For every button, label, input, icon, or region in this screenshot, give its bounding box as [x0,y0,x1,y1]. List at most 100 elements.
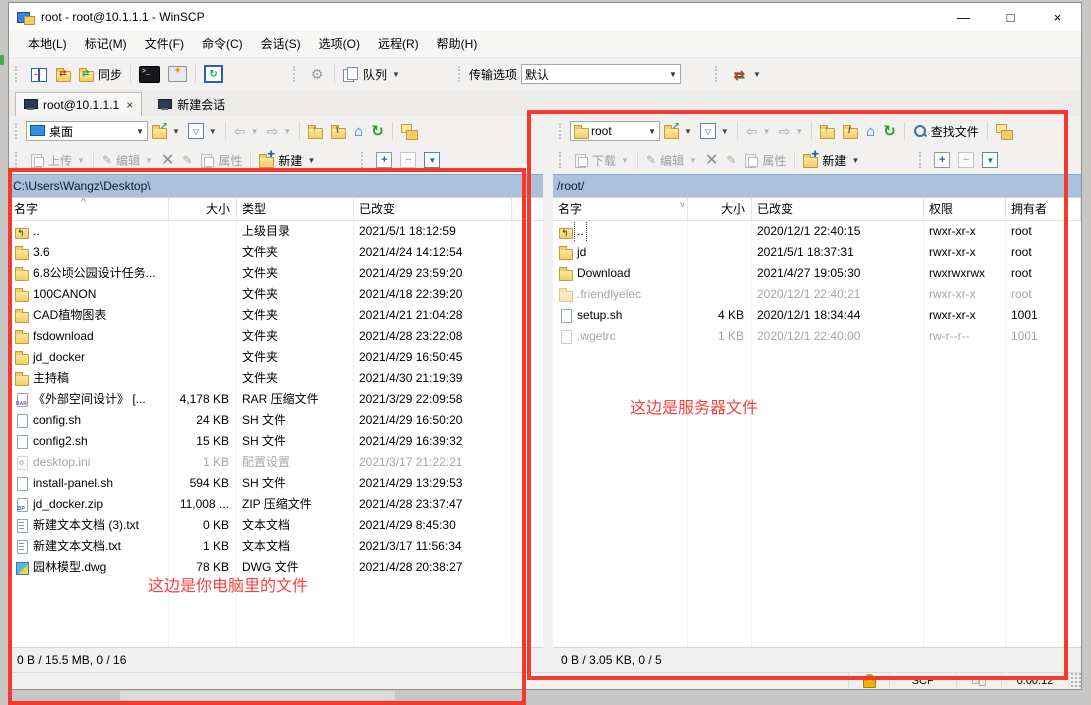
table-row[interactable]: 主持稿文件夹2021/4/30 21:19:39 [9,368,543,389]
chevron-down-icon[interactable]: ▼ [763,127,771,136]
chevron-down-icon[interactable]: ▼ [689,156,697,165]
find-files-button[interactable]: 查找文件 [909,121,983,142]
sync-browsing-button[interactable] [397,122,422,141]
select-filter-button[interactable]: ▼ [978,150,1002,170]
properties-button[interactable]: 属性 [740,150,790,171]
menu-options[interactable]: 选项(O) [310,32,369,56]
synchronize-button[interactable]: ⇄同步 [75,64,126,85]
minimize-button[interactable]: — [940,3,987,31]
chevron-down-icon[interactable]: ▼ [851,156,859,165]
column-header-name[interactable]: 名字 [553,198,688,220]
edit-button[interactable]: ✎编辑▼ [642,150,701,171]
new-session-button[interactable]: ↔ [26,64,52,85]
chevron-down-icon[interactable]: ▼ [753,70,761,79]
table-row[interactable]: 园林模型.dwg78 KBDWG 文件2021/4/28 20:38:27 [9,557,543,578]
new-button[interactable]: ✚新建▼ [799,150,863,171]
table-row[interactable]: .friendlyelec2020/12/1 22:40:21rwxr-xr-x… [553,284,1081,305]
menu-remote[interactable]: 远程(R) [369,32,428,56]
refresh-session-button[interactable]: ↻ [200,63,227,85]
close-icon[interactable] [126,98,133,112]
chevron-down-icon[interactable]: ▼ [145,156,153,165]
table-row[interactable]: jd_docker.zip11,008 ...ZIP 压缩文件2021/4/28… [9,494,543,515]
menu-help[interactable]: 帮助(H) [428,32,487,56]
column-header-size[interactable]: 大小 [688,198,752,220]
menu-mark[interactable]: 标记(M) [76,32,136,56]
chevron-down-icon[interactable]: ▼ [392,70,400,79]
properties-button[interactable]: 属性 [196,150,246,171]
chevron-down-icon[interactable]: ▼ [251,127,259,136]
chevron-down-icon[interactable]: ▼ [77,156,85,165]
table-row[interactable]: .wgetrc1 KB2020/12/1 22:40:00rw-r--r--10… [553,326,1081,347]
column-header-size[interactable]: 大小 [169,198,237,220]
column-header-changed[interactable]: 已改变 [752,198,924,220]
root-directory-button[interactable]: / [839,123,862,140]
column-header-name[interactable]: 名字 [9,198,169,220]
column-header-changed[interactable]: 已改变 [354,198,512,220]
select-filter-button[interactable]: ▼ [420,150,444,170]
tab-new-session[interactable]: 新建会话 [150,93,233,116]
parent-directory-button[interactable]: ↑ [304,123,327,140]
close-button[interactable]: × [1034,3,1081,31]
download-button[interactable]: 下载▼ [570,150,633,171]
refresh-button[interactable]: ↻ [367,120,388,142]
delete-button[interactable]: ✕ [701,148,722,172]
table-row[interactable]: setup.sh4 KB2020/12/1 18:34:44rwxr-xr-x1… [553,305,1081,326]
status-protocol-segment[interactable]: SCP [890,673,957,689]
table-row[interactable]: ..上级目录2021/5/1 18:12:59 [9,221,543,242]
column-header-permissions[interactable]: 权限 [924,198,1006,220]
edit-button[interactable]: ✎编辑▼ [98,150,157,171]
transfer-mode-button[interactable]: ⇄▼ [726,64,765,85]
table-row[interactable]: 100CANON文件夹2021/4/18 22:39:20 [9,284,543,305]
table-row[interactable]: Download2021/4/27 19:05:30rwxrwxrwxroot [553,263,1081,284]
maximize-button[interactable]: □ [987,3,1034,31]
new-button[interactable]: ✚新建▼ [255,150,319,171]
status-lock-segment[interactable] [849,673,890,689]
open-directory-button[interactable]: ↗▼ [148,123,184,140]
chevron-down-icon[interactable]: ▼ [721,127,729,136]
sync-browsing-button[interactable] [992,122,1017,141]
table-row[interactable]: 《外部空间设计》 [...4,178 KBRAR 压缩文件2021/3/29 2… [9,389,543,410]
back-button[interactable]: ⇦▼ [230,121,263,142]
root-directory-button[interactable]: \ [327,123,350,140]
panel-splitter[interactable] [543,116,553,672]
chevron-down-icon[interactable]: ▼ [642,127,656,136]
column-header-type[interactable]: 类型 [237,198,354,220]
open-terminal-button[interactable]: >_ [135,64,164,85]
local-path-bar[interactable]: C:\Users\Wangz\Desktop\ [9,174,543,197]
menu-local[interactable]: 本地(L) [19,32,76,56]
parent-directory-button[interactable]: ↑ [816,123,839,140]
filter-button[interactable]: ▽▼ [184,121,221,141]
home-directory-button[interactable]: ⌂ [350,121,367,142]
rename-button[interactable]: ✎ [722,151,740,169]
chevron-down-icon[interactable]: ▼ [307,156,315,165]
menu-command[interactable]: 命令(C) [193,32,252,56]
menu-file[interactable]: 文件(F) [136,32,193,56]
table-row[interactable]: jd2021/5/1 18:37:31rwxr-xr-xroot [553,242,1081,263]
chevron-down-icon[interactable]: ▼ [130,127,144,136]
remote-path-bar[interactable]: /root/ [553,174,1081,197]
rename-button[interactable]: ✎ [178,151,196,169]
preferences-button[interactable]: ⚙ [304,64,330,85]
delete-button[interactable]: ✕ [157,148,178,172]
table-row[interactable]: desktop.ini1 KB配置设置2021/3/17 21:22:21 [9,452,543,473]
menu-session[interactable]: 会话(S) [252,32,310,56]
forward-button[interactable]: ⇨▼ [263,121,296,142]
session-generate-button[interactable]: ⇄ [52,66,75,83]
table-row[interactable]: ..2020/12/1 22:40:15rwxr-xr-xroot [553,221,1081,242]
chevron-down-icon[interactable]: ▼ [795,127,803,136]
select-button[interactable]: + [930,150,954,170]
chevron-down-icon[interactable]: ▼ [283,127,291,136]
chevron-down-icon[interactable]: ▼ [209,127,217,136]
upload-button[interactable]: 上传▼ [26,150,89,171]
forward-button[interactable]: ⇨▼ [775,121,808,142]
transfer-preset-combo[interactable]: 默认▼ [521,64,681,84]
select-button[interactable]: + [372,150,396,170]
refresh-button[interactable]: ↻ [879,120,900,142]
back-button[interactable]: ⇦▼ [742,121,775,142]
chevron-down-icon[interactable]: ▼ [172,127,180,136]
unselect-button[interactable]: − [954,150,978,170]
local-drive-combo[interactable]: 桌面 ▼ [26,121,148,141]
table-row[interactable]: fsdownload文件夹2021/4/28 23:22:08 [9,326,543,347]
table-row[interactable]: 3.6文件夹2021/4/24 14:12:54 [9,242,543,263]
table-row[interactable]: install-panel.sh594 KBSH 文件2021/4/29 13:… [9,473,543,494]
